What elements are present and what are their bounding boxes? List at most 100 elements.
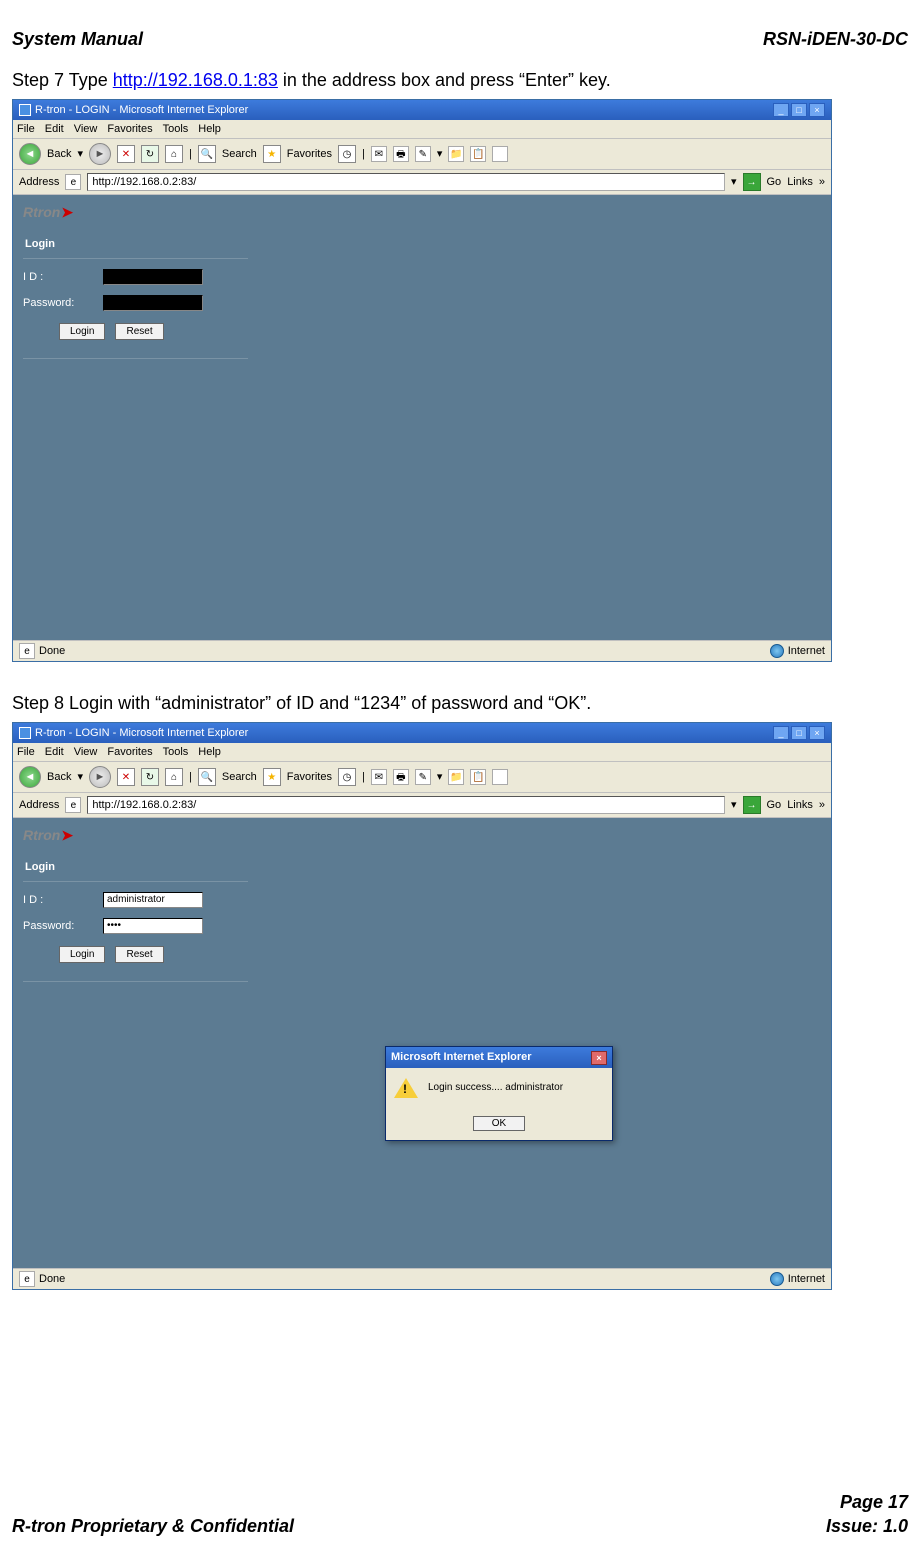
close-button[interactable]: × bbox=[809, 103, 825, 117]
menu-file[interactable]: File bbox=[17, 122, 35, 136]
menu-tools[interactable]: Tools bbox=[163, 122, 189, 136]
reset-button[interactable]: Reset bbox=[115, 323, 163, 340]
notes-icon[interactable]: 📋 bbox=[470, 146, 486, 162]
login-button[interactable]: Login bbox=[59, 323, 105, 340]
menu-view[interactable]: View bbox=[74, 745, 98, 759]
home-button[interactable]: ⌂ bbox=[165, 768, 183, 786]
messagebox-close-button[interactable]: × bbox=[591, 1051, 607, 1065]
go-label[interactable]: Go bbox=[767, 798, 782, 812]
screenshot-1: R-tron - LOGIN - Microsoft Internet Expl… bbox=[12, 99, 832, 663]
menu-tools[interactable]: Tools bbox=[163, 745, 189, 759]
id-input[interactable] bbox=[103, 269, 203, 285]
notes-icon[interactable]: 📋 bbox=[470, 769, 486, 785]
history-icon[interactable]: ◷ bbox=[338, 768, 356, 786]
ie-addressbar-2: Address e ▾ → Go Links » bbox=[13, 793, 831, 818]
menu-view[interactable]: View bbox=[74, 122, 98, 136]
print-icon[interactable]: 🖶 bbox=[393, 146, 409, 162]
msn-icon[interactable] bbox=[492, 769, 508, 785]
menu-edit[interactable]: Edit bbox=[45, 745, 64, 759]
ie-titlebar-2: R-tron - LOGIN - Microsoft Internet Expl… bbox=[13, 723, 831, 743]
back-label[interactable]: Back bbox=[47, 770, 71, 784]
favorites-label[interactable]: Favorites bbox=[287, 770, 332, 784]
forward-button[interactable]: ► bbox=[89, 766, 111, 788]
links-label[interactable]: Links bbox=[787, 175, 813, 189]
links-label[interactable]: Links bbox=[787, 798, 813, 812]
folder-icon[interactable]: 📁 bbox=[448, 146, 464, 162]
forward-button[interactable]: ► bbox=[89, 143, 111, 165]
mail-icon[interactable]: ✉ bbox=[371, 769, 387, 785]
maximize-button[interactable]: □ bbox=[791, 726, 807, 740]
menu-edit[interactable]: Edit bbox=[45, 122, 64, 136]
password-label: Password: bbox=[23, 919, 103, 933]
close-button[interactable]: × bbox=[809, 726, 825, 740]
minimize-button[interactable]: _ bbox=[773, 726, 789, 740]
favorites-label[interactable]: Favorites bbox=[287, 147, 332, 161]
search-icon[interactable]: 🔍 bbox=[198, 145, 216, 163]
page-header: System Manual RSN-iDEN-30-DC bbox=[12, 28, 908, 51]
warning-icon bbox=[394, 1078, 418, 1098]
messagebox-ok-button[interactable]: OK bbox=[473, 1116, 525, 1131]
ie-menubar: File Edit View Favorites Tools Help bbox=[13, 120, 831, 139]
history-icon[interactable]: ◷ bbox=[338, 145, 356, 163]
search-label[interactable]: Search bbox=[222, 147, 257, 161]
reset-button[interactable]: Reset bbox=[115, 946, 163, 963]
go-button[interactable]: → bbox=[743, 796, 761, 814]
messagebox-title: Microsoft Internet Explorer bbox=[391, 1050, 532, 1064]
header-right: RSN-iDEN-30-DC bbox=[763, 28, 908, 51]
back-button[interactable]: ◄ bbox=[19, 143, 41, 165]
folder-icon[interactable]: 📁 bbox=[448, 769, 464, 785]
id-label: I D : bbox=[23, 270, 103, 284]
back-label[interactable]: Back bbox=[47, 147, 71, 161]
home-button[interactable]: ⌂ bbox=[165, 145, 183, 163]
stop-button[interactable]: ✕ bbox=[117, 768, 135, 786]
password-input[interactable] bbox=[103, 918, 203, 934]
menu-file[interactable]: File bbox=[17, 745, 35, 759]
step7-line: Step 7 Type http://192.168.0.1:83 in the… bbox=[12, 69, 908, 92]
messagebox: Microsoft Internet Explorer × Login succ… bbox=[385, 1046, 613, 1141]
login-title: Login bbox=[23, 233, 248, 258]
menu-favorites[interactable]: Favorites bbox=[107, 122, 152, 136]
login-button[interactable]: Login bbox=[59, 946, 105, 963]
go-button[interactable]: → bbox=[743, 173, 761, 191]
ie-window-1: R-tron - LOGIN - Microsoft Internet Expl… bbox=[12, 99, 832, 663]
status-right: Internet bbox=[788, 644, 825, 658]
msn-icon[interactable] bbox=[492, 146, 508, 162]
print-icon[interactable]: 🖶 bbox=[393, 769, 409, 785]
edit-icon[interactable]: ✎ bbox=[415, 146, 431, 162]
mail-icon[interactable]: ✉ bbox=[371, 146, 387, 162]
address-input[interactable] bbox=[87, 796, 725, 814]
search-icon[interactable]: 🔍 bbox=[198, 768, 216, 786]
refresh-button[interactable]: ↻ bbox=[141, 768, 159, 786]
favorites-icon[interactable]: ★ bbox=[263, 768, 281, 786]
favorites-icon[interactable]: ★ bbox=[263, 145, 281, 163]
page-icon: e bbox=[65, 174, 81, 190]
menu-help[interactable]: Help bbox=[198, 122, 221, 136]
messagebox-text: Login success.... administrator bbox=[428, 1081, 563, 1094]
menu-help[interactable]: Help bbox=[198, 745, 221, 759]
done-icon: e bbox=[19, 1271, 35, 1287]
ie-title: R-tron - LOGIN - Microsoft Internet Expl… bbox=[35, 103, 248, 117]
password-label: Password: bbox=[23, 296, 103, 310]
refresh-button[interactable]: ↻ bbox=[141, 145, 159, 163]
edit-icon[interactable]: ✎ bbox=[415, 769, 431, 785]
password-input[interactable] bbox=[103, 295, 203, 311]
ie-app-icon bbox=[19, 727, 31, 739]
id-input[interactable] bbox=[103, 892, 203, 908]
login-box-2: Login I D : Password: Login Reset bbox=[23, 856, 248, 981]
minimize-button[interactable]: _ bbox=[773, 103, 789, 117]
ie-addressbar: Address e ▾ → Go Links » bbox=[13, 170, 831, 195]
step7-url-link[interactable]: http://192.168.0.1:83 bbox=[113, 70, 278, 90]
swoosh-icon: ➤ bbox=[61, 203, 73, 221]
maximize-button[interactable]: □ bbox=[791, 103, 807, 117]
menu-favorites[interactable]: Favorites bbox=[107, 745, 152, 759]
address-input[interactable] bbox=[87, 173, 725, 191]
back-button[interactable]: ◄ bbox=[19, 766, 41, 788]
stop-button[interactable]: ✕ bbox=[117, 145, 135, 163]
go-label[interactable]: Go bbox=[767, 175, 782, 189]
search-label[interactable]: Search bbox=[222, 770, 257, 784]
ie-menubar-2: File Edit View Favorites Tools Help bbox=[13, 743, 831, 762]
step8-line: Step 8 Login with “administrator” of ID … bbox=[12, 692, 908, 715]
ie-statusbar-2: e Done Internet bbox=[13, 1268, 831, 1289]
ie-app-icon bbox=[19, 104, 31, 116]
address-label: Address bbox=[19, 175, 59, 189]
